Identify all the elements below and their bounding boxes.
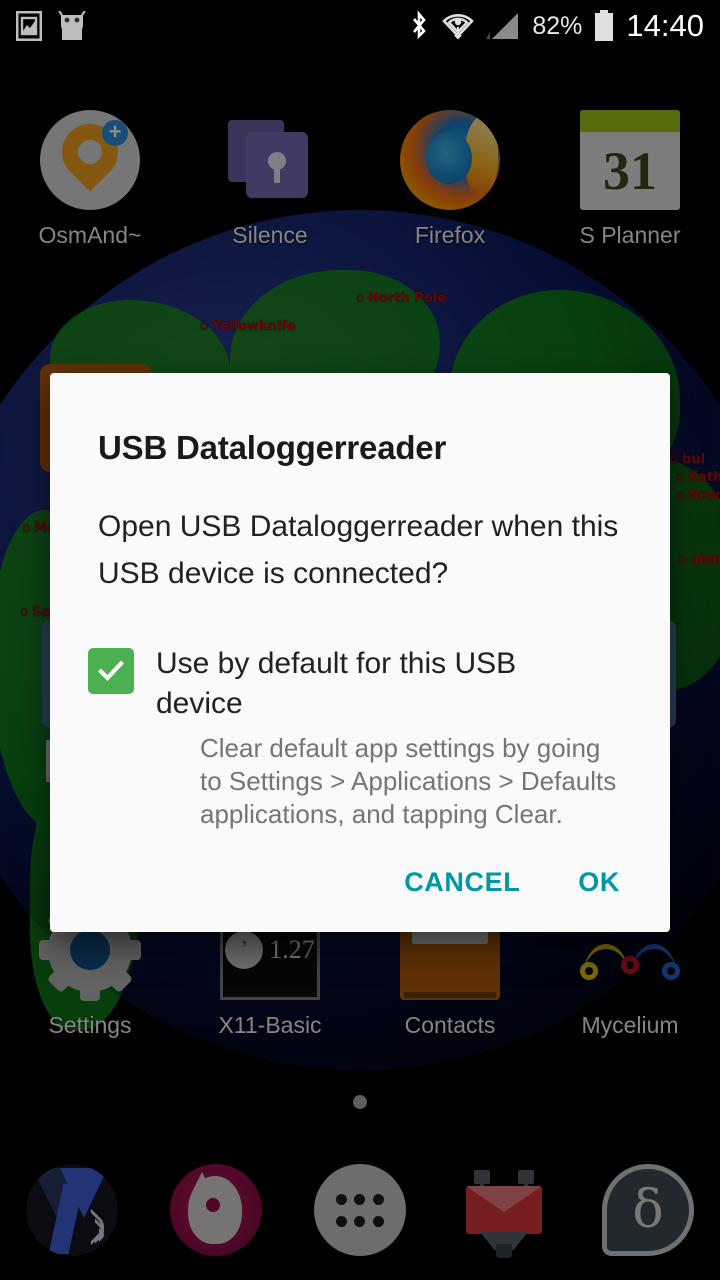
wifi-icon — [442, 10, 475, 42]
use-by-default-checkbox[interactable] — [88, 647, 134, 694]
dialog-button-bar: CANCEL OK — [50, 831, 670, 918]
battery-icon — [594, 10, 614, 42]
status-bar-clock: 14:40 — [626, 8, 704, 43]
use-by-default-label: Use by default for this USB device — [156, 646, 517, 720]
cell-signal-icon — [486, 11, 520, 41]
usb-permission-dialog: USB Dataloggerreader Open USB Datalogger… — [50, 373, 670, 933]
use-by-default-description: Clear default app settings by going to S… — [200, 732, 617, 830]
cancel-button[interactable]: CANCEL — [390, 857, 534, 908]
use-by-default-row[interactable]: Use by default for this USB device — [50, 598, 670, 724]
battery-percent-label: 82% — [532, 11, 583, 40]
android-robot-icon — [58, 11, 86, 41]
status-bar: 82% 14:40 — [0, 0, 720, 52]
ok-button[interactable]: OK — [564, 857, 634, 908]
dialog-message: Open USB Dataloggerreader when this USB … — [98, 510, 619, 591]
screenshot-icon — [16, 11, 42, 41]
dialog-title: USB Dataloggerreader — [98, 429, 447, 466]
bluetooth-icon — [408, 10, 430, 42]
